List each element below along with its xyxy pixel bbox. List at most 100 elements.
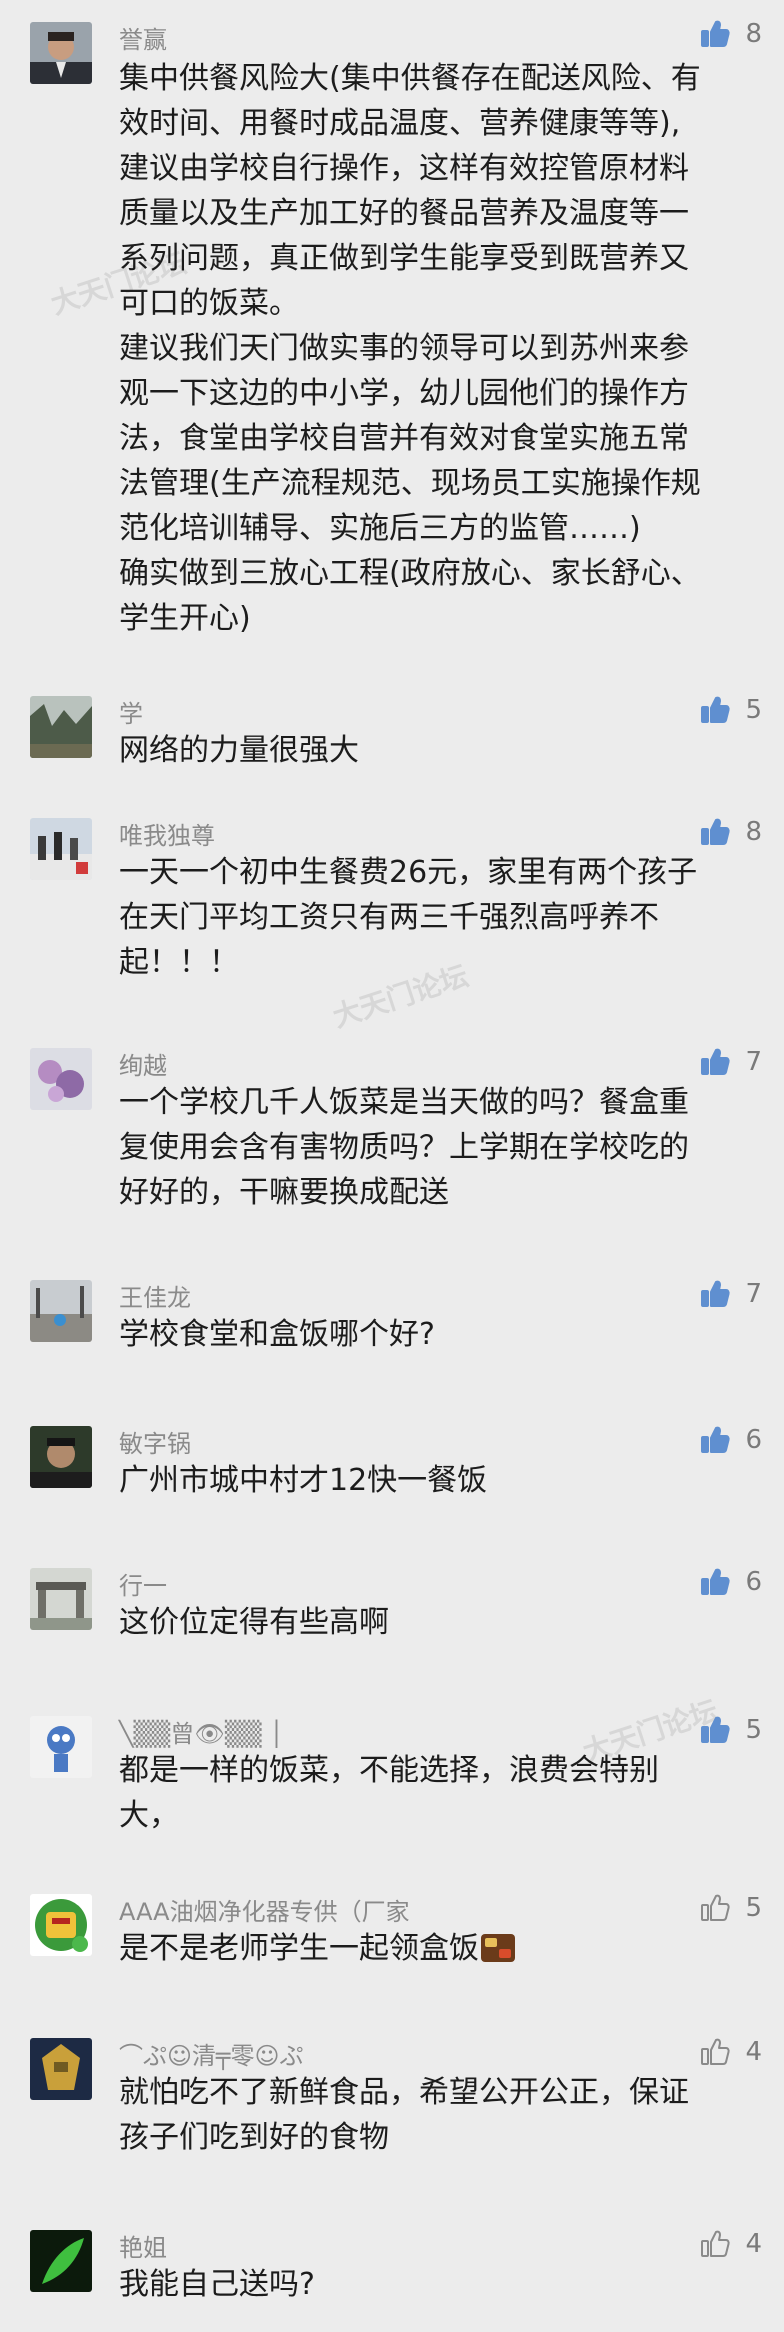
comment-text: 就怕吃不了新鲜食品，希望公开公正，保证 孩子们吃到好的食物 (119, 2070, 759, 2160)
comment-line: 这价位定得有些高啊 (119, 1605, 389, 1640)
comment-text: 一个学校几千人饭菜是当天做的吗？餐盒重 复使用会含有害物质吗？上学期在学校吃的 … (119, 1080, 759, 1215)
comment-username[interactable]: ╲▒▒曾👁▒▒ │ (119, 1714, 284, 1749)
comment-line: 一天一个初中生餐费26元，家里有两个孩子 (119, 855, 698, 890)
avatar[interactable] (30, 2038, 92, 2100)
comment-line: 一个学校几千人饭菜是当天做的吗？餐盒重 (119, 1085, 689, 1120)
bento-box-emoji (481, 1934, 515, 1962)
comment-line: 就怕吃不了新鲜食品，希望公开公正，保证 (119, 2075, 689, 2110)
like-count: 7 (745, 1279, 762, 1309)
comment-text: 学校食堂和盒饭哪个好? (119, 1312, 759, 1357)
avatar-leaf-icon (30, 2230, 92, 2292)
comment-username[interactable]: 誉赢 (119, 20, 167, 55)
like-button[interactable]: 4 (699, 2228, 762, 2260)
like-count: 6 (745, 1567, 762, 1597)
comment-text: 集中供餐风险大(集中供餐存在配送风险、有 效时间、用餐时成品温度、营养健康等等)… (119, 56, 759, 641)
comment-line: 观一下这边的中小学，幼儿园他们的操作方 (119, 376, 689, 411)
comment-line: 我能自己送吗? (119, 2267, 315, 2302)
like-button[interactable]: 6 (699, 1566, 762, 1598)
comment-text: 广州市城中村才12快一餐饭 (119, 1458, 759, 1503)
comment-line: 确实做到三放心工程(政府放心、家长舒心、 (119, 556, 701, 591)
comment-username[interactable]: AAA油烟净化器专供（厂家 (119, 1892, 410, 1927)
like-count: 8 (745, 19, 762, 49)
thumbs-up-icon (699, 2036, 731, 2068)
comment-line: 大， (119, 1798, 179, 1833)
avatar[interactable] (30, 1280, 92, 1342)
comment-line: 质量以及生产加工好的餐品营养及温度等一 (119, 196, 689, 231)
avatar[interactable] (30, 2230, 92, 2292)
like-button[interactable]: 5 (699, 1714, 762, 1746)
comment-line: 法管理(生产流程规范、现场员工实施操作规 (119, 466, 701, 501)
comment-username[interactable]: 唯我独尊 (119, 816, 215, 851)
comment-text: 一天一个初中生餐费26元，家里有两个孩子 在天门平均工资只有两三千强烈高呼养不 … (119, 850, 759, 985)
comment-username[interactable]: 王佳龙 (119, 1278, 191, 1313)
comment-text: 都是一样的饭菜，不能选择，浪费会特别 大， (119, 1748, 759, 1838)
comment-line: 学校食堂和盒饭哪个好? (119, 1317, 435, 1352)
comment-line: 效时间、用餐时成品温度、营养健康等等), (119, 106, 681, 141)
comment-line: 网络的力量很强大 (119, 733, 359, 768)
avatar-person-dark-icon (30, 1426, 92, 1488)
thumbs-up-icon (699, 18, 731, 50)
avatar[interactable] (30, 1568, 92, 1630)
avatar-group-photo-icon (30, 818, 92, 880)
comment-text: 网络的力量很强大 (119, 728, 759, 773)
thumbs-up-icon (699, 816, 731, 848)
thumbs-up-icon (699, 694, 731, 726)
thumbs-up-icon (699, 1714, 731, 1746)
comment-line: 是不是老师学生一起领盒饭 (119, 1926, 759, 1971)
thumbs-up-icon (699, 1278, 731, 1310)
like-button[interactable]: 5 (699, 694, 762, 726)
comment-username[interactable]: 绚越 (119, 1046, 167, 1081)
comment-line: 孩子们吃到好的食物 (119, 2120, 389, 2155)
like-button[interactable]: 8 (699, 18, 762, 50)
comment-line: 可口的饭菜。 (119, 286, 299, 321)
like-button[interactable]: 5 (699, 1892, 762, 1924)
avatar[interactable] (30, 1426, 92, 1488)
like-count: 6 (745, 1425, 762, 1455)
comment-username[interactable]: ⌒ぷ☺清╤零☺ぷ (119, 2036, 304, 2071)
like-button[interactable]: 7 (699, 1046, 762, 1078)
comment-feed: 大天门论坛 大天门论坛 大天门论坛 誉赢 8 集中供餐风险大(集中供餐存在配送风… (0, 0, 784, 2332)
comment-line: 法，食堂由学校自营并有效对食堂实施五常 (119, 421, 689, 456)
like-count: 5 (745, 695, 762, 725)
comment-line: 复使用会含有害物质吗？上学期在学校吃的 (119, 1130, 689, 1165)
avatar-street-icon (30, 1280, 92, 1342)
comment-line: 在天门平均工资只有两三千强烈高呼养不 (119, 900, 659, 935)
comment-username[interactable]: 敏字锅 (119, 1424, 191, 1459)
avatar[interactable] (30, 818, 92, 880)
comment-line: 起！！！ (119, 945, 239, 980)
avatar[interactable] (30, 1894, 92, 1956)
avatar[interactable] (30, 22, 92, 84)
like-button[interactable]: 8 (699, 816, 762, 848)
comment-username[interactable]: 行一 (119, 1566, 167, 1601)
avatar-flowers-icon (30, 1048, 92, 1110)
thumbs-up-icon (699, 1046, 731, 1078)
comment-line: 广州市城中村才12快一餐饭 (119, 1463, 488, 1498)
comment-line: 好好的，干嘛要换成配送 (119, 1175, 449, 1210)
avatar-landscape-icon (30, 696, 92, 758)
thumbs-up-icon (699, 1424, 731, 1456)
like-button[interactable]: 7 (699, 1278, 762, 1310)
like-button[interactable]: 4 (699, 2036, 762, 2068)
comment-line: 范化培训辅导、实施后三方的监管……) (119, 511, 641, 546)
avatar-gate-icon (30, 1568, 92, 1630)
comment-line: 建议由学校自行操作，这样有效控管原材料 (119, 151, 689, 186)
avatar-badge-icon (30, 1894, 92, 1956)
avatar-man-suit-icon (30, 22, 92, 84)
avatar[interactable] (30, 1048, 92, 1110)
comment-text: 是不是老师学生一起领盒饭 (119, 1926, 759, 1971)
like-button[interactable]: 6 (699, 1424, 762, 1456)
comment-line: 都是一样的饭菜，不能选择，浪费会特别 (119, 1753, 659, 1788)
avatar[interactable] (30, 696, 92, 758)
like-count: 4 (745, 2037, 762, 2067)
like-count: 5 (745, 1893, 762, 1923)
avatar-cartoon-icon (30, 1716, 92, 1778)
avatar[interactable] (30, 1716, 92, 1778)
thumbs-up-icon (699, 1566, 731, 1598)
comment-line: 学生开心) (119, 601, 251, 636)
comment-line: 集中供餐风险大(集中供餐存在配送风险、有 (119, 61, 701, 96)
like-count: 8 (745, 817, 762, 847)
like-count: 7 (745, 1047, 762, 1077)
comment-username[interactable]: 学 (119, 694, 143, 729)
comment-username[interactable]: 艳姐 (119, 2228, 167, 2263)
like-count: 4 (745, 2229, 762, 2259)
